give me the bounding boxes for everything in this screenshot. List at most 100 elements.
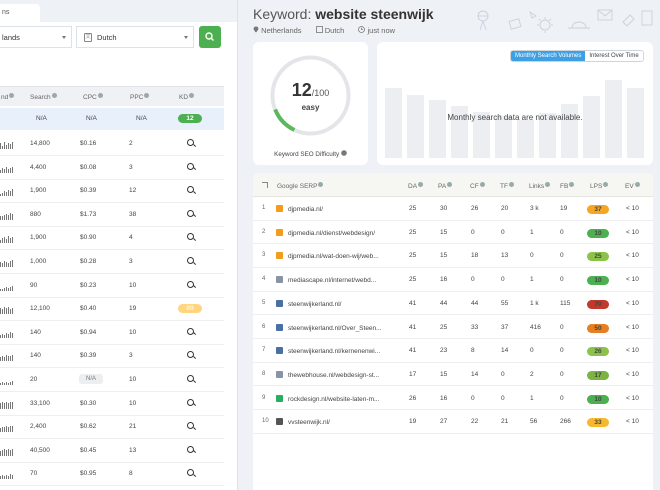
serp-row[interactable]: 7 steenwijkerland.nl/kernenenwi... 41 23 8 14… [253, 339, 653, 363]
keyword-row[interactable]: 70 $0.95 8 [0, 462, 224, 487]
serp-column-header[interactable]: TF [500, 182, 514, 190]
serp-row[interactable]: 2 djpmedia.nl/dienst/webdesign/25 15 0 0 1 0 10… [253, 221, 653, 245]
search-icon[interactable] [187, 257, 194, 264]
search-icon[interactable] [187, 398, 194, 406]
lps-badge: 37 [587, 205, 609, 214]
help-icon[interactable] [51, 93, 57, 98]
ev-value: < 10 [626, 323, 639, 331]
serp-column-header[interactable]: FB [560, 182, 575, 190]
left-tab[interactable]: ns [0, 4, 40, 22]
serp-row[interactable]: 3 djpmedia.nl/wat-doen-wij/web... 25 15 18 13… [253, 244, 653, 268]
expand-icon[interactable] [262, 182, 268, 188]
search-icon[interactable] [187, 186, 194, 194]
language-select-value: Dutch [97, 33, 117, 42]
serp-url-link[interactable]: steenwijkerland.nl/kernenenwi... [288, 346, 401, 355]
keyword-column-header[interactable]: PPC [130, 93, 150, 101]
search-icon[interactable] [187, 209, 194, 217]
search-icon[interactable] [187, 351, 194, 359]
kd-badge: 89 [178, 304, 202, 314]
keyword-row[interactable]: 1,900 $0.90 4 [0, 226, 224, 251]
help-icon[interactable] [97, 93, 103, 98]
lps-badge: 33 [587, 418, 609, 428]
serp-row[interactable]: 1 djpmedia.nl/25 30 26 20 3 k 19 37 < 10 [253, 197, 653, 221]
serp-row[interactable]: 8 thewebhouse.nl/webdesign-st... 17 15 14 0 2 0… [253, 363, 653, 387]
keyword-row[interactable]: 14,800 $0.16 2 [0, 132, 224, 156]
serp-url-link[interactable]: mediascape.nl/internet/webd... [288, 275, 401, 284]
keyword-row[interactable]: 20 N/A 10 [0, 368, 224, 392]
keyword-row[interactable]: 880 $1.73 38 [0, 203, 224, 227]
help-icon[interactable] [318, 182, 324, 187]
search-button[interactable] [199, 26, 221, 48]
help-icon[interactable] [144, 93, 150, 98]
serp-column-header[interactable]: EV [625, 182, 640, 190]
serp-metric-pa: 30 [440, 205, 448, 212]
serp-url-link[interactable]: thewebhouse.nl/webdesign-st... [288, 370, 401, 379]
trend-sparkline [0, 141, 14, 149]
search-icon[interactable] [187, 162, 194, 170]
keyword-row[interactable]: 2,400 $0.62 21 [0, 415, 224, 440]
search-icon[interactable] [187, 445, 194, 453]
keyword-row[interactable]: 90 $0.23 10 [0, 274, 224, 298]
cpc-value: $0.08 [80, 163, 97, 171]
search-icon[interactable] [187, 280, 194, 288]
search-icon[interactable] [187, 139, 194, 146]
serp-column-header[interactable]: Google SERP [277, 182, 324, 190]
keyword-row[interactable]: 1,000 $0.28 3 [0, 250, 224, 274]
serp-url-link[interactable]: vvsteenwijk.nl/ [288, 417, 401, 426]
help-icon[interactable] [508, 182, 514, 187]
serp-row[interactable]: 5 steenwijkerland.nl/41 44 44 55 1 k 115 70 < 10 [253, 292, 653, 316]
lps-badge: 10 [587, 228, 609, 238]
keyword-row[interactable]: 12,100 $0.40 19 89 [0, 297, 224, 322]
serp-url-link[interactable]: djpmedia.nl/ [288, 204, 401, 213]
keyword-row[interactable]: 4,400 $0.08 3 [0, 156, 224, 180]
serp-metric-tf: 37 [501, 323, 509, 331]
help-icon[interactable] [418, 182, 424, 187]
serp-url-link[interactable]: steenwijkerland.nl/Over_Steen... [288, 323, 401, 332]
serp-url-link[interactable]: djpmedia.nl/wat-doen-wij/web... [288, 251, 401, 260]
serp-column-header[interactable]: Links [529, 182, 551, 190]
search-icon[interactable] [187, 375, 194, 382]
serp-column-header[interactable]: DA [408, 182, 424, 190]
search-icon[interactable] [187, 422, 194, 430]
help-icon[interactable] [545, 182, 551, 187]
keyword-column-header[interactable]: CPC [83, 93, 103, 101]
search-icon[interactable] [187, 469, 194, 477]
help-icon[interactable] [341, 150, 347, 156]
help-icon[interactable] [189, 93, 195, 98]
serp-row[interactable]: 10 vvsteenwijk.nl/19 27 22 21 56 266 33 < 10 [253, 410, 653, 434]
keyword-column-header[interactable]: nd [1, 93, 15, 101]
serp-url-link[interactable]: rockdesign.nl/website-laten-m... [288, 394, 401, 403]
serp-url-link[interactable]: steenwijkerland.nl/ [288, 299, 401, 308]
search-icon[interactable] [187, 233, 194, 241]
keyword-row[interactable]: 140 $0.94 10 [0, 321, 224, 345]
serp-row[interactable]: 6 steenwijkerland.nl/Over_Steen... 41 25 33 3… [253, 316, 653, 339]
keyword-row[interactable]: 33,100 $0.30 10 [0, 392, 224, 416]
keyword-column-header[interactable]: Search [30, 93, 57, 101]
keyword-row[interactable]: 40,500 $0.45 13 [0, 439, 224, 463]
favicon-icon [276, 394, 283, 402]
help-icon[interactable] [447, 182, 453, 187]
help-icon[interactable] [634, 182, 640, 187]
selected-keyword-row[interactable]: N/A N/A N/A 12 [0, 108, 224, 130]
help-icon[interactable] [9, 93, 15, 98]
tab-monthly-search-volumes[interactable]: Monthly Search Volumes [511, 51, 586, 61]
serp-column-header[interactable]: PA [438, 182, 453, 190]
help-icon[interactable] [603, 182, 609, 187]
serp-column-header[interactable]: CF [470, 182, 485, 190]
favicon-icon [276, 418, 283, 426]
keyword-column-header[interactable]: KD [179, 93, 195, 101]
serp-row[interactable]: 4 mediascape.nl/internet/webd... 25 16 0 0 1 0 1… [253, 268, 653, 292]
tab-interest-over-time[interactable]: Interest Over Time [585, 51, 643, 61]
keyword-row[interactable]: 140 $0.39 3 [0, 344, 224, 369]
search-icon[interactable] [187, 327, 194, 335]
help-icon[interactable] [479, 182, 485, 187]
serp-url-link[interactable]: djpmedia.nl/dienst/webdesign/ [288, 228, 401, 237]
keyword-row[interactable]: 1,900 $0.39 12 [0, 179, 224, 204]
language-select[interactable]: 文 Dutch [76, 26, 194, 48]
help-icon[interactable] [569, 182, 575, 187]
cpc-value: $0.40 [80, 305, 97, 313]
serp-metric-tf: 13 [501, 252, 509, 260]
serp-row[interactable]: 9 rockdesign.nl/website-laten-m... 26 16 0 0 1… [253, 387, 653, 411]
serp-column-header[interactable]: LPS [590, 182, 609, 190]
location-select[interactable]: lands [0, 26, 72, 48]
